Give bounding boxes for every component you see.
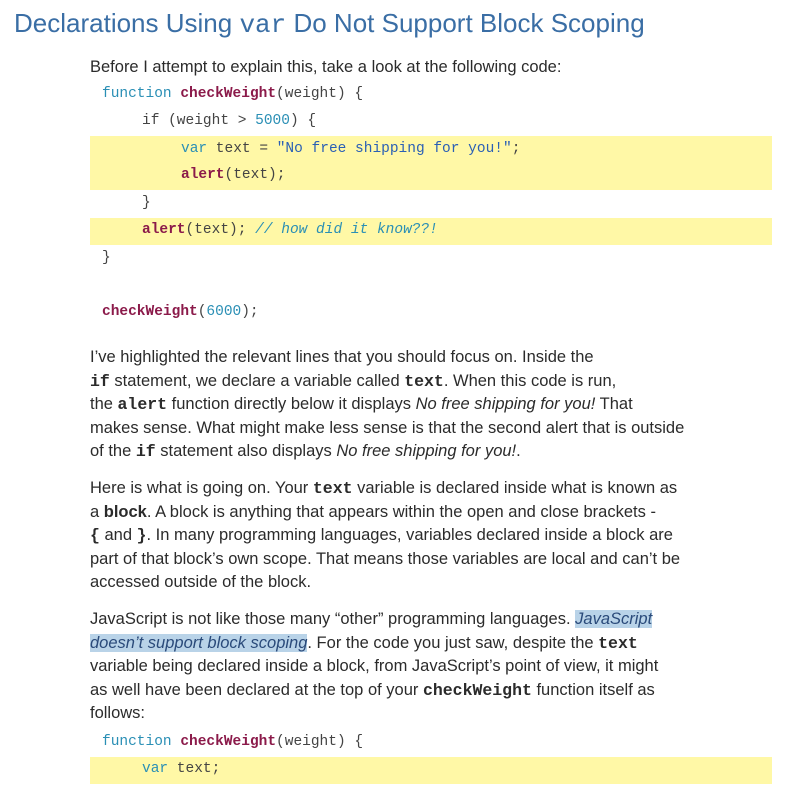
code-line-5: } [142, 195, 151, 211]
code-line-1: function checkWeight(weight) { [102, 86, 364, 102]
paragraph-3: JavaScript is not like those many “other… [90, 610, 659, 722]
code2-line-2: var text; [142, 761, 221, 777]
code-line-8: checkWeight(6000); [102, 304, 259, 320]
code-line-3: var text = "No free shipping for you!"; [181, 141, 521, 157]
section-heading: Declarations Using var Do Not Support Bl… [14, 8, 645, 40]
code-line-7: } [102, 250, 111, 266]
intro-paragraph: Before I attempt to explain this, take a… [90, 58, 562, 76]
selected-text[interactable]: JavaScript [575, 610, 653, 628]
heading-code: var [239, 10, 287, 40]
code-line-4: alert(text); [181, 167, 286, 183]
code-line-2: if (weight > 5000) { [142, 113, 317, 129]
code-line-6: alert(text); // how did it know??! [142, 222, 438, 238]
selected-text-continued[interactable]: doesn’t support block scoping [90, 633, 308, 652]
heading-suffix: Do Not Support Block Scoping [286, 8, 645, 38]
paragraph-2: Here is what is going on. Your text vari… [90, 479, 681, 591]
heading-prefix: Declarations Using [14, 8, 240, 38]
paragraph-1: I’ve highlighted the relevant lines that… [90, 348, 685, 461]
code2-line-1: function checkWeight(weight) { [102, 734, 364, 750]
